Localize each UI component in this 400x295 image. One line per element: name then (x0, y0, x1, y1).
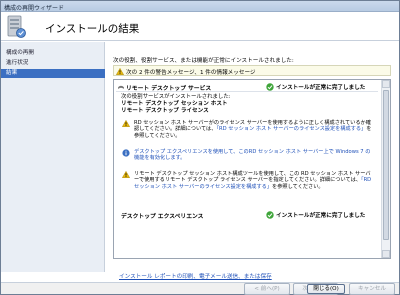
scroll-up-button[interactable] (382, 80, 390, 88)
section-title: リモート デスクトップ サービス (126, 86, 212, 92)
list-item: リモート デスクトップ ライセンス (121, 108, 209, 114)
nav-item-restart[interactable]: 構成の再開 (1, 49, 105, 58)
collapse-chevron-icon[interactable]: ︽ (118, 83, 124, 91)
nav-item-progress[interactable]: 進行状況 (1, 59, 105, 68)
window-title: 構成の再開ウィザード (4, 5, 65, 12)
cancel-button[interactable]: キャンセル (349, 283, 395, 295)
close-button[interactable]: 閉じる(O) (307, 284, 345, 294)
success-icon (266, 83, 274, 91)
summary-text: 次の 2 件の警告メッセージ、1 件の情報メッセージ (126, 70, 256, 76)
scroll-thumb[interactable] (383, 90, 389, 240)
warning-message: リモート デスクトップ セッション ホスト構成ツールを使用して、この RD セッ… (122, 171, 374, 193)
info-icon (122, 149, 130, 157)
wizard-window: 構成の再開ウィザード インストールの結果 構成の再開 進行状況 結果 次の役割、… (0, 0, 400, 295)
info-message: デスクトップ エクスペリエンスを使用して、このRD セッション ホスト サーバー… (122, 149, 374, 163)
nav-item-results[interactable]: 結果 (1, 69, 105, 78)
success-icon (266, 211, 274, 219)
vertical-scrollbar[interactable] (381, 80, 390, 258)
message-text: を参照してください。 (272, 183, 324, 190)
warning-icon (122, 120, 130, 127)
scroll-down-button[interactable] (382, 250, 390, 258)
section-header: ︽ リモート デスクトップ サービス インストールが正常に完了しました (116, 82, 378, 92)
status-label: インストールが正常に完了しました (276, 213, 366, 219)
results-panel: ︽ リモート デスクトップ サービス インストールが正常に完了しました 次の役割… (113, 79, 391, 259)
intro-text: 次の役割、役割サービス、または機能が正常にインストールされました: (113, 58, 294, 64)
page-title: インストールの結果 (45, 23, 140, 35)
section-title: デスクトップ エクスペリエンス (121, 214, 204, 220)
main-content: 次の役割、役割サービス、または機能が正常にインストールされました: 次の 2 件… (106, 42, 399, 272)
title-bar: 構成の再開ウィザード (1, 1, 399, 12)
server-wizard-icon (7, 15, 26, 38)
status-label: インストールが正常に完了しました (276, 85, 366, 91)
summary-bar: 次の 2 件の警告メッセージ、1 件の情報メッセージ (113, 65, 391, 76)
warning-icon (116, 68, 124, 75)
header: インストールの結果 (1, 12, 399, 41)
desktop-experience-link[interactable]: デスクトップ エクスペリエンスを使用して、このRD セッション ホスト サーバー… (134, 149, 370, 161)
license-settings-link[interactable]: 「RD セッション ホスト サーバーのライセンス設定を構成する」 (216, 126, 366, 132)
warning-message: RD セッション ホスト サーバーがのライセンス サーバーを使用するように正しく… (122, 120, 374, 140)
prev-button[interactable]: < 前へ(P) (244, 283, 290, 295)
message-text: リモート デスクトップ セッション ホスト構成ツールを使用して、この RD セッ… (134, 171, 371, 184)
section-header: デスクトップ エクスペリエンス インストールが正常に完了しました (121, 210, 378, 220)
list-item: 次の役割サービスがインストールされました: (121, 94, 231, 100)
wizard-nav: 構成の再開 進行状況 結果 (1, 42, 105, 272)
report-link[interactable]: インストール レポートの印刷、電子メール送信、または保存 (119, 272, 272, 280)
list-item: リモート デスクトップ セッション ホスト (121, 101, 228, 107)
warning-icon (122, 171, 130, 178)
